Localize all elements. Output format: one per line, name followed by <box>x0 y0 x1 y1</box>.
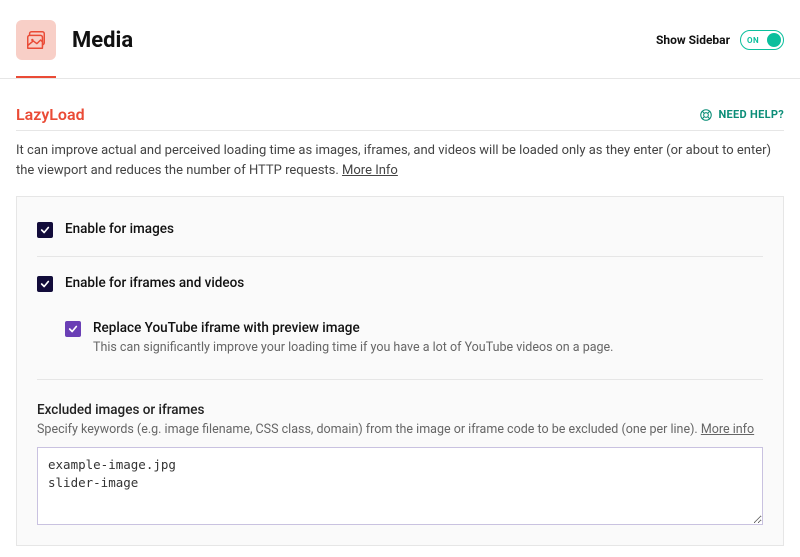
excluded-block: Excluded images or iframes Specify keywo… <box>37 402 763 529</box>
divider <box>37 256 763 257</box>
media-icon <box>25 29 47 51</box>
header-right: Show Sidebar ON <box>656 30 784 50</box>
setting-label: Enable for iframes and videos <box>65 275 763 291</box>
check-icon <box>40 225 50 235</box>
section-head: LazyLoad NEED HELP? <box>0 79 800 130</box>
setting-label: Enable for images <box>65 221 763 237</box>
check-icon <box>40 279 50 289</box>
show-sidebar-toggle[interactable]: ON <box>740 30 784 50</box>
more-info-link[interactable]: More Info <box>342 163 398 178</box>
more-info-link[interactable]: More info <box>701 422 754 437</box>
show-sidebar-label: Show Sidebar <box>656 33 730 47</box>
excluded-title: Excluded images or iframes <box>37 402 763 418</box>
section-title: LazyLoad <box>16 105 85 124</box>
excluded-textarea[interactable] <box>37 447 763 525</box>
setting-replace-youtube: Replace YouTube iframe with preview imag… <box>37 314 763 361</box>
checkbox-enable-iframes[interactable] <box>37 276 53 292</box>
setting-sub-description: This can significantly improve your load… <box>93 340 763 355</box>
excluded-description: Specify keywords (e.g. image filename, C… <box>37 422 763 437</box>
lifebuoy-icon <box>699 108 713 122</box>
check-icon <box>68 324 78 334</box>
excluded-description-text: Specify keywords (e.g. image filename, C… <box>37 422 701 437</box>
header-left: Media <box>16 20 133 60</box>
need-help-button[interactable]: NEED HELP? <box>699 108 785 122</box>
toggle-state-label: ON <box>747 36 759 45</box>
toggle-knob <box>767 33 781 47</box>
settings-panel: Enable for images Enable for iframes and… <box>16 196 784 546</box>
checkbox-enable-images[interactable] <box>37 222 53 238</box>
media-icon-box <box>16 20 56 60</box>
setting-text: Enable for images <box>65 221 763 237</box>
setting-text: Enable for iframes and videos <box>65 275 763 291</box>
setting-enable-images: Enable for images <box>37 215 763 244</box>
setting-label: Replace YouTube iframe with preview imag… <box>93 320 763 336</box>
page-header: Media Show Sidebar ON <box>0 0 800 76</box>
section-description: It can improve actual and perceived load… <box>0 131 800 196</box>
checkbox-replace-youtube[interactable] <box>65 321 81 337</box>
setting-enable-iframes: Enable for iframes and videos <box>37 269 763 298</box>
need-help-label: NEED HELP? <box>719 108 785 121</box>
divider <box>37 379 763 380</box>
page-title: Media <box>72 28 133 53</box>
setting-text: Replace YouTube iframe with preview imag… <box>93 320 763 355</box>
